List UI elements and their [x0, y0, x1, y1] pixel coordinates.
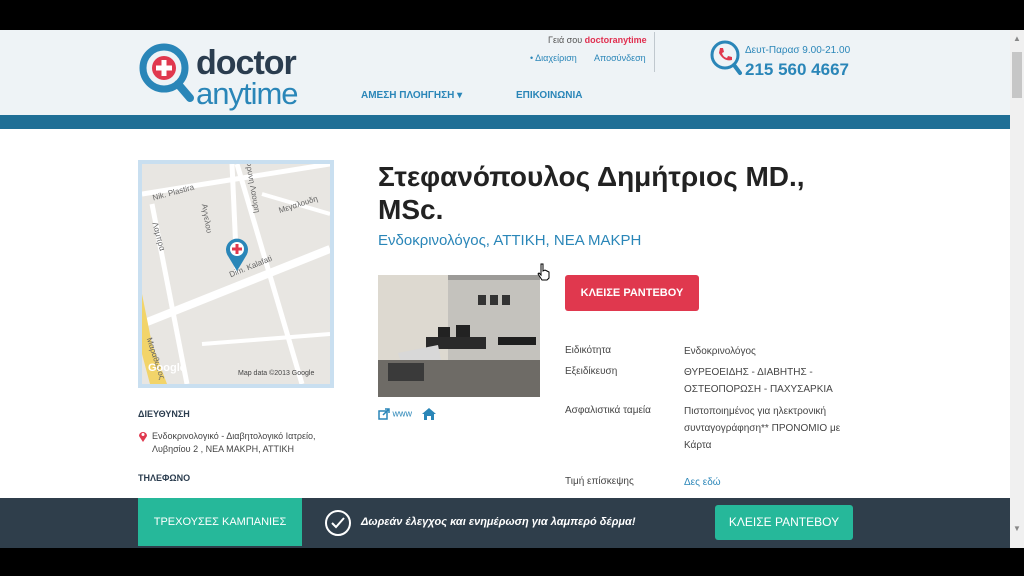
- hand-cursor-icon: [537, 263, 550, 281]
- map-pin-icon[interactable]: [224, 236, 250, 272]
- logo[interactable]: doctor anytime: [138, 40, 318, 111]
- website-link[interactable]: www: [393, 408, 413, 418]
- home-icon[interactable]: [421, 407, 437, 421]
- detail-label: Ασφαλιστικά ταμεία: [565, 405, 651, 416]
- detail-label: Τιμή επίσκεψης: [565, 476, 634, 487]
- address-text: Ενδοκρινολογικό - Διαβητολογικό Ιατρείο,…: [152, 431, 316, 454]
- office-photo-image: [378, 275, 540, 397]
- phone-title: ΤΗΛΕΦΩΝΟ: [138, 473, 191, 483]
- promo-bar: ΤΡΕΧΟΥΣΕΣ ΚΑΜΠΑΝΙΕΣ Δωρεάν έλεγχος και ε…: [0, 498, 1010, 548]
- nav-quick-navigation[interactable]: ΑΜΕΣΗ ΠΛΟΗΓΗΣΗ ▾: [361, 90, 462, 101]
- current-campaigns-button[interactable]: ΤΡΕΧΟΥΣΕΣ ΚΑΜΠΑΝΙΕΣ: [138, 498, 302, 546]
- manage-link[interactable]: • Διαχείριση: [530, 53, 577, 63]
- greeting-user: doctoranytime: [584, 35, 647, 45]
- location-map[interactable]: Nik. Plastira Μεγαλουδη Λαμπρα Αγγελου D…: [138, 160, 334, 388]
- promo-text[interactable]: Δωρεάν έλεγχος και ενημέρωση για λαμπερό…: [361, 516, 635, 528]
- phone-icon: [710, 40, 742, 75]
- detail-value: Ενδοκρινολόγος: [684, 346, 756, 357]
- office-photo: [378, 275, 540, 397]
- map-attribution: Map data ©2013 Google: [238, 370, 315, 377]
- profile-links: www: [378, 407, 437, 421]
- address-title: ΔΙΕΥΘΥΝΣΗ: [138, 409, 190, 419]
- logo-magnifier-icon: [139, 43, 194, 102]
- scroll-up-icon[interactable]: ▲: [1013, 34, 1021, 43]
- detail-value: Πιστοποιημένος για ηλεκτρονική συνταγογρ…: [684, 406, 841, 451]
- header-divider: [654, 32, 655, 72]
- scrollbar-thumb[interactable]: [1012, 52, 1022, 98]
- doctor-name: Στεφανόπουλος Δημήτριος MD., MSc.: [378, 161, 805, 225]
- price-link[interactable]: Δες εδώ: [684, 474, 844, 491]
- check-circle-icon: [325, 510, 351, 536]
- external-link-icon[interactable]: [378, 408, 390, 420]
- logo-word-anytime: anytime: [196, 76, 299, 111]
- book-appointment-button[interactable]: ΚΛΕΙΣΕ ΡΑΝΤΕΒΟΥ: [565, 275, 699, 311]
- doctor-specialty: Ενδοκρινολόγος, ΑΤΤΙΚΗ, ΝΕΑ ΜΑΚΡΗ: [378, 232, 642, 249]
- header-accent-bar: [0, 115, 1010, 129]
- logout-link[interactable]: Αποσύνδεση: [594, 53, 646, 63]
- scroll-down-icon[interactable]: ▼: [1013, 524, 1021, 533]
- promo-book-button[interactable]: ΚΛΕΙΣΕ ΡΑΝΤΕΒΟΥ: [715, 505, 853, 540]
- detail-label: Ειδικότητα: [565, 345, 612, 356]
- greeting-prefix: Γειά σου: [548, 35, 585, 45]
- detail-label: Εξειδίκευση: [565, 366, 618, 377]
- location-pin-icon: [139, 432, 147, 442]
- phone-number[interactable]: 215 560 4667: [745, 60, 849, 80]
- site-header: doctor anytime ΑΜΕΣΗ ΠΛΟΗΓΗΣΗ ▾ ΕΠΙΚΟΙΝΩ…: [0, 30, 1010, 129]
- map-google-logo: Google: [148, 362, 186, 374]
- browser-viewport: doctor anytime ΑΜΕΣΗ ΠΛΟΗΓΗΣΗ ▾ ΕΠΙΚΟΙΝΩ…: [0, 30, 1024, 548]
- detail-value: ΘΥΡΕΟΕΙΔΗΣ - ΔΙΑΒΗΤΗΣ - ΟΣΤΕΟΠΟΡΩΣΗ - ΠΑ…: [684, 367, 833, 395]
- greeting: Γειά σου doctoranytime: [548, 35, 647, 45]
- office-hours: Δευτ-Παρασ 9.00-21.00: [745, 45, 851, 56]
- nav-contact[interactable]: ΕΠΙΚΟΙΝΩΝΙΑ: [516, 90, 582, 101]
- scrollbar[interactable]: ▲ ▼: [1010, 30, 1024, 548]
